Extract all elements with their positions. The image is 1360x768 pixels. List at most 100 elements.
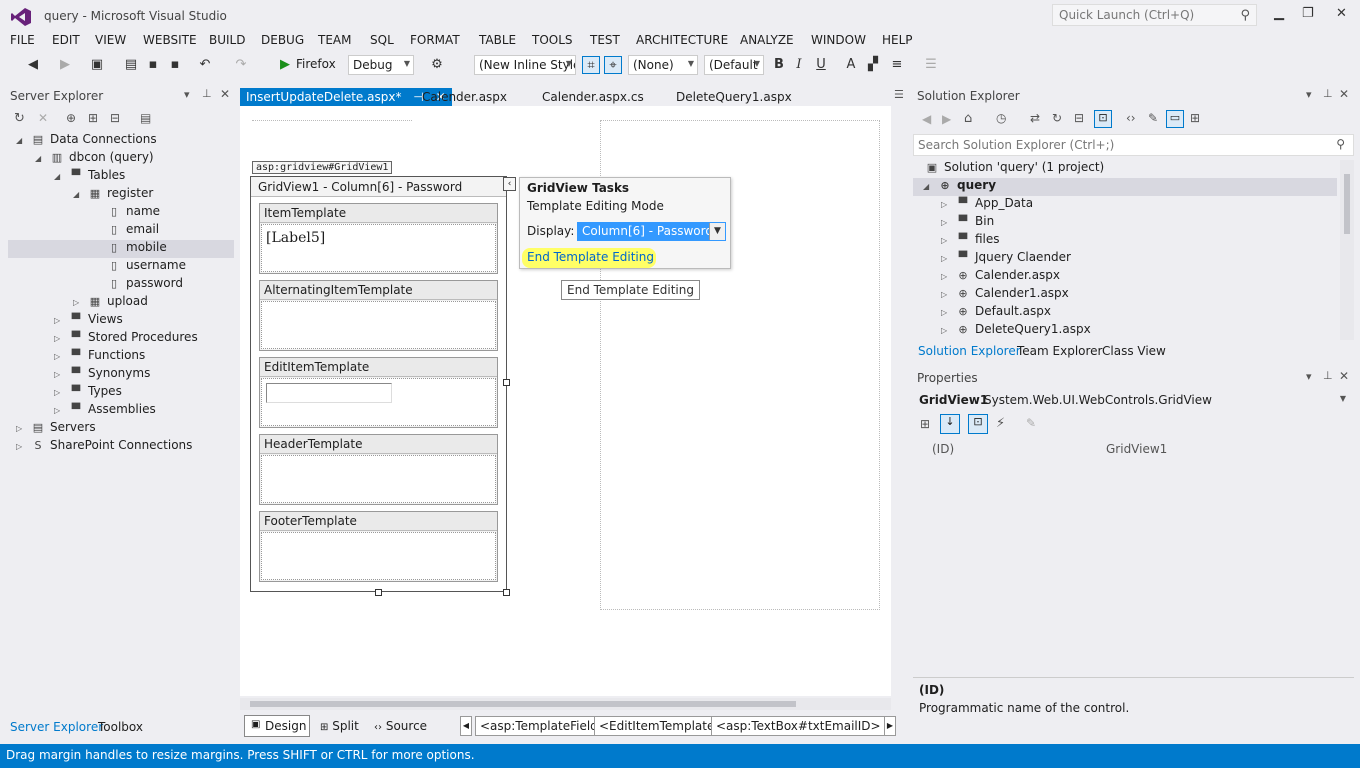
categorized-icon[interactable]: ⊞ [920,417,930,431]
expand-arrow-icon[interactable]: ▷ [941,308,955,317]
restore-icon[interactable]: ❐ [1302,6,1314,21]
expand-arrow-icon[interactable]: ◢ [35,154,49,163]
menu-window[interactable]: WINDOW [811,33,866,47]
home-icon[interactable]: ⌂ [964,111,972,126]
template-headertemplate[interactable]: HeaderTemplate [259,434,498,505]
solution-item[interactable]: ▷ ▀ Bin [913,214,1337,232]
new-project-icon[interactable]: ▣ [88,56,106,74]
close-icon[interactable]: ✕ [1336,6,1347,21]
tab-deletequery1[interactable]: DeleteQuery1.aspx [670,88,798,106]
server-tree-item[interactable]: ▯ username [8,258,234,276]
close-panel-icon[interactable]: ✕ [1339,369,1349,383]
start-debug-icon[interactable]: ▶ [276,56,294,74]
server-tree-item[interactable]: ▷ ▦ upload [8,294,234,312]
expand-arrow-icon[interactable]: ▷ [941,236,955,245]
split-view-tab[interactable]: ⊞ Split [320,719,359,733]
template-footertemplate[interactable]: FooterTemplate [259,511,498,582]
solution-node[interactable]: ▣ Solution 'query' (1 project) [924,160,1104,178]
panel-menu-icon[interactable]: ▾ [1306,370,1312,383]
target-rule-combo[interactable]: (None) ▼ [628,55,698,75]
class-view-tab[interactable]: Class View [1102,344,1166,358]
menu-website[interactable]: WEBSITE [143,33,197,47]
menu-tools[interactable]: TOOLS [532,33,573,47]
menu-team[interactable]: TEAM [318,33,351,47]
highlight-icon[interactable]: ▞ [864,56,882,74]
gridview-control[interactable]: GridView1 - Column[6] - Password ItemTem… [250,176,507,592]
breadcrumb-right-icon[interactable]: ▶ [884,716,896,736]
quick-launch-input[interactable]: Quick Launch (Ctrl+Q) ⚲ [1052,4,1257,26]
menu-architecture[interactable]: ARCHITECTURE [636,33,728,47]
close-panel-icon[interactable]: ✕ [220,87,230,101]
object-selector[interactable]: GridView1 System.Web.UI.WebControls.Grid… [913,390,1354,410]
server-tree-item[interactable]: ▷ ▀ Views [8,312,234,330]
template-alternatingitemtemplate[interactable]: AlternatingItemTemplate [259,280,498,351]
scrollbar-thumb[interactable] [1344,174,1350,234]
view-designer-icon[interactable]: ⊞ [1190,111,1200,125]
properties-icon[interactable]: ▤ [140,111,151,125]
list-icon[interactable]: ☰ [922,56,940,74]
view-code-icon[interactable]: ‹› [1126,111,1136,125]
position-icon[interactable]: ⌖ [604,56,622,74]
server-tree-item[interactable]: ▯ email [8,222,234,240]
menu-build[interactable]: BUILD [209,33,245,47]
forward-icon[interactable]: ▶ [56,56,74,74]
template-body[interactable] [261,301,496,349]
property-value[interactable]: GridView1 [1106,442,1167,456]
search-icon[interactable]: ⚲ [1240,8,1250,23]
refresh-icon[interactable]: ↻ [1052,111,1062,125]
breadcrumb-templatefield[interactable]: <asp:TemplateField> [475,716,613,736]
breadcrumb-left-icon[interactable]: ◀ [460,716,472,736]
template-body[interactable] [261,378,496,426]
solution-item[interactable]: ▷ ▀ App_Data [913,196,1337,214]
undo-icon[interactable]: ↶ [196,56,214,74]
server-tree-item[interactable]: ▯ mobile [8,240,234,258]
refresh-icon[interactable]: ↻ [14,111,25,126]
save-icon[interactable]: ▪ [144,56,162,74]
pin-icon[interactable]: ⊥ [202,87,212,100]
font-color-icon[interactable]: A [842,56,860,74]
forward-icon[interactable]: ▶ [942,112,951,126]
expand-arrow-icon[interactable]: ▷ [54,370,68,379]
solution-search-input[interactable]: Search Solution Explorer (Ctrl+;) ⚲ [913,134,1354,156]
property-name[interactable]: (ID) [932,442,954,456]
toolbox-tab[interactable]: Toolbox [98,720,143,734]
chevron-down-icon[interactable]: ▼ [709,223,725,240]
resize-handle[interactable] [375,589,382,596]
solution-item[interactable]: ▷ ▀ Jquery Claender [913,250,1337,268]
collapse-icon[interactable]: ⊟ [1074,111,1084,125]
open-icon[interactable]: ▤ [122,56,140,74]
menu-debug[interactable]: DEBUG [261,33,304,47]
stop-icon[interactable]: ✕ [38,111,48,125]
expand-arrow-icon[interactable]: ◢ [73,190,87,199]
server-tree-item[interactable]: ▷ ▀ Functions [8,348,234,366]
panel-menu-icon[interactable]: ▾ [184,88,190,101]
menu-edit[interactable]: EDIT [52,33,80,47]
server-tree-item[interactable]: ▷ S SharePoint Connections [8,438,234,456]
template-body[interactable] [261,455,496,503]
scrollbar-thumb[interactable] [250,701,796,707]
expand-arrow-icon[interactable]: ▷ [54,388,68,397]
pending-changes-icon[interactable]: ◷ [996,111,1006,125]
template-body[interactable]: [Label5] [261,224,496,272]
template-edititemtemplate[interactable]: EditItemTemplate [259,357,498,428]
underline-button[interactable]: U [812,56,830,74]
solution-item[interactable]: ▷ ⊕ Default.aspx [913,304,1337,322]
menu-view[interactable]: VIEW [95,33,126,47]
config-combo[interactable]: Debug ▼ [348,55,414,75]
server-tree-item[interactable]: ▷ ▤ Servers [8,420,234,438]
breadcrumb-edititemtemplate[interactable]: <EditItemTemplate> [594,716,730,736]
menu-test[interactable]: TEST [590,33,620,47]
align-icon[interactable]: ≡ [888,56,906,74]
expand-arrow-icon[interactable]: ▷ [941,200,955,209]
show-all-files-icon[interactable]: ⊡ [1094,110,1112,128]
breadcrumb-textbox[interactable]: <asp:TextBox#txtEmailID> [711,716,886,736]
server-tree-item[interactable]: ▷ ▀ Assemblies [8,402,234,420]
bold-button[interactable]: B [770,56,788,74]
server-tree-item[interactable]: ▯ name [8,204,234,222]
expand-arrow-icon[interactable]: ▷ [941,254,955,263]
server-tree-item[interactable]: ▷ ▀ Types [8,384,234,402]
property-pages-icon[interactable]: ✎ [1026,416,1036,430]
close-panel-icon[interactable]: ✕ [1339,87,1349,101]
attach-icon[interactable]: ⚙ [428,56,446,74]
server-tree-item[interactable]: ▷ ▀ Synonyms [8,366,234,384]
